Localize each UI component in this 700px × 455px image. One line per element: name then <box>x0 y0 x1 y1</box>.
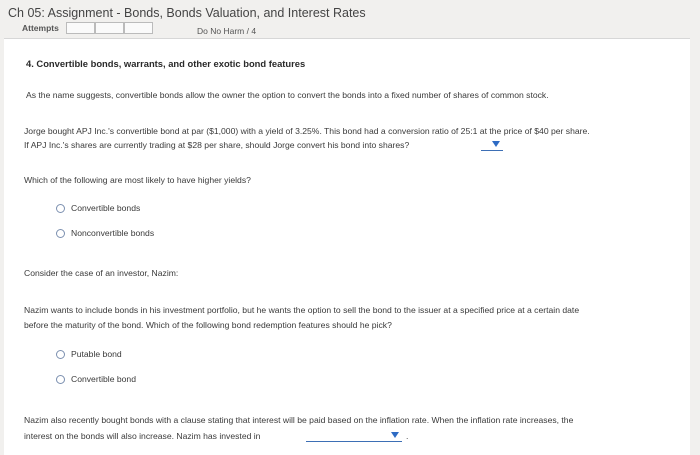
nazim-text-line2: before the maturity of the bond. Which o… <box>24 320 392 330</box>
attempt-box <box>124 22 153 34</box>
chevron-down-icon[interactable] <box>492 141 500 147</box>
radio-button[interactable] <box>56 350 65 359</box>
jorge-text-line2: If APJ Inc.'s shares are currently tradi… <box>24 140 410 150</box>
sentence-period: . <box>406 431 409 441</box>
question-panel: 4. Convertible bonds, warrants, and othe… <box>4 38 690 455</box>
radio-label: Convertible bond <box>71 374 136 384</box>
radio-button[interactable] <box>56 229 65 238</box>
radio-label: Putable bond <box>71 349 122 359</box>
convert-dropdown[interactable] <box>481 139 503 151</box>
nazim-text-line1: Nazim wants to include bonds in his inve… <box>24 305 580 315</box>
radio-button[interactable] <box>56 204 65 213</box>
intro-text: As the name suggests, convertible bonds … <box>26 90 549 100</box>
attempts-label: Attempts <box>22 23 59 33</box>
bond-type-dropdown[interactable] <box>306 430 402 442</box>
inflation-text-line2: interest on the bonds will also increase… <box>24 431 261 441</box>
page-title: Ch 05: Assignment - Bonds, Bonds Valuati… <box>8 6 366 20</box>
attempt-box <box>95 22 124 34</box>
do-no-harm-label: Do No Harm / 4 <box>197 26 257 36</box>
radio-label: Nonconvertible bonds <box>71 228 155 238</box>
radio-button[interactable] <box>56 375 65 384</box>
yield-question: Which of the following are most likely t… <box>24 175 251 185</box>
radio-label: Convertible bonds <box>71 203 141 213</box>
question-heading: 4. Convertible bonds, warrants, and othe… <box>26 58 306 69</box>
chevron-down-icon[interactable] <box>391 432 399 438</box>
nazim-intro: Consider the case of an investor, Nazim: <box>24 268 179 278</box>
inflation-text-line1: Nazim also recently bought bonds with a … <box>24 415 574 425</box>
attempt-box <box>66 22 95 34</box>
jorge-text-line1: Jorge bought APJ Inc.'s convertible bond… <box>24 126 590 136</box>
